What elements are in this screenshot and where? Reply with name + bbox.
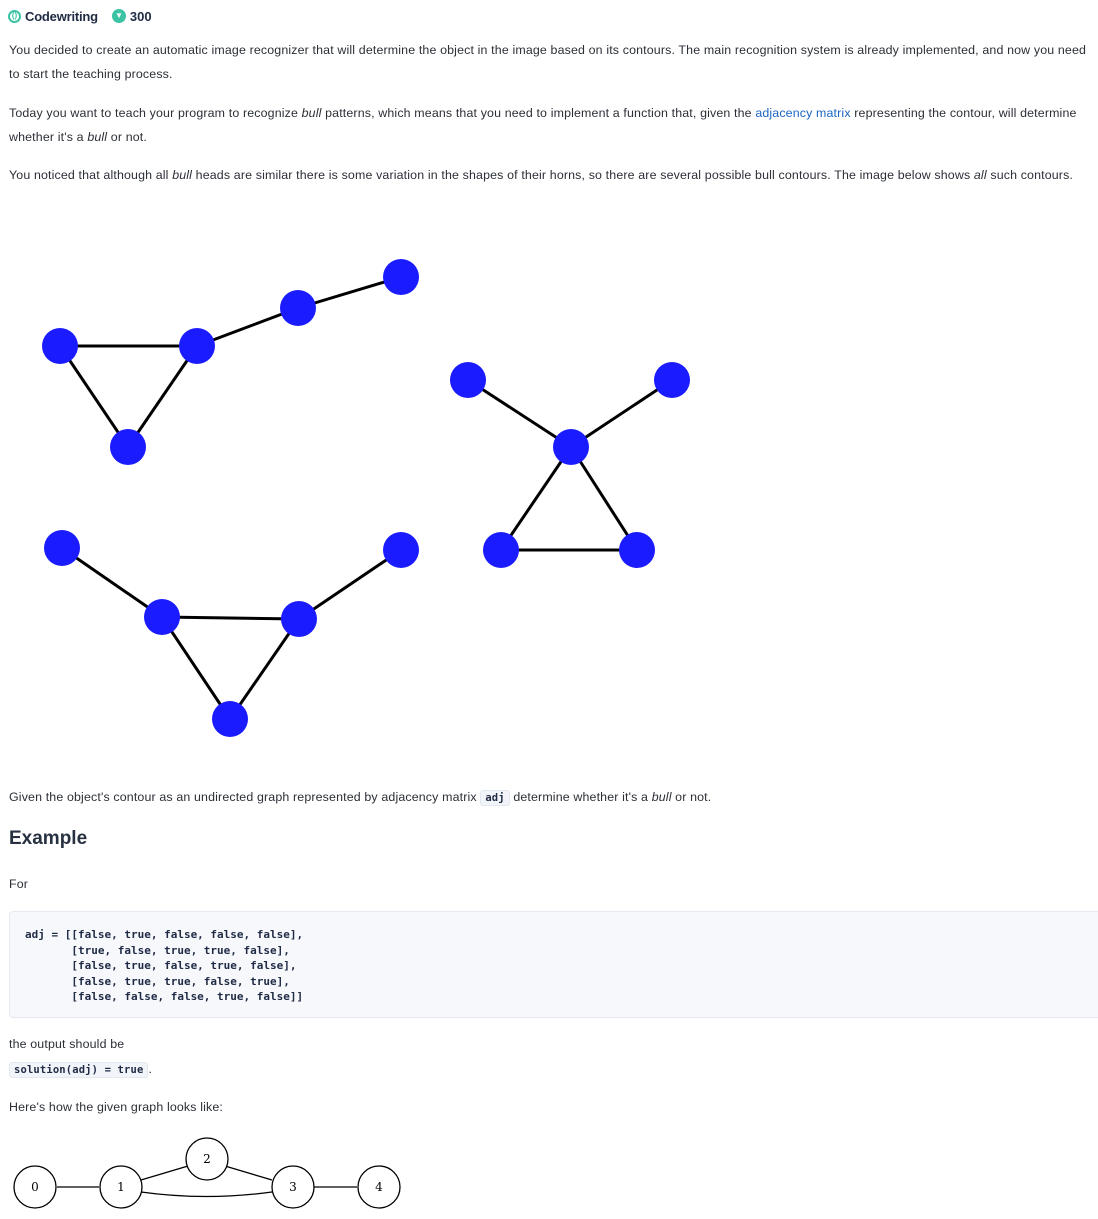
edge: [228, 618, 301, 720]
example-heading: Example: [9, 828, 88, 849]
graph-node-label: 4: [375, 1180, 383, 1194]
edge: [569, 446, 639, 551]
text-span: patterns, which means that you need to i…: [321, 106, 756, 120]
contour-nodes: [42, 259, 690, 737]
emphasis-bull: bull: [301, 106, 322, 120]
graph-caption: Here's how the given graph looks like:: [9, 1100, 223, 1114]
example-graph-diagram: 0 1 2 3 4: [13, 1137, 401, 1209]
node: [450, 362, 486, 398]
emphasis-bull: bull: [87, 130, 108, 144]
node: [179, 328, 215, 364]
edge-1-3: [140, 1191, 273, 1198]
edge-2-3: [224, 1165, 273, 1181]
node: [110, 429, 146, 465]
node: [383, 532, 419, 568]
task-score: 300: [129, 8, 152, 24]
graph-nodes: [13, 1137, 401, 1209]
graph-node-label: 3: [289, 1180, 297, 1194]
text-span: or not.: [107, 130, 147, 144]
emphasis-all: all: [973, 168, 987, 182]
edge: [160, 616, 232, 720]
edge: [499, 446, 573, 551]
example-input-code: adj = [[false, true, false, false, false…: [25, 928, 304, 1003]
node: [280, 290, 316, 326]
edge: [298, 548, 402, 621]
edge: [570, 378, 673, 449]
description-paragraph-3: You noticed that although all bull heads…: [9, 163, 1097, 187]
text-span: You noticed that although all: [9, 168, 173, 182]
edge: [126, 345, 199, 448]
adjacency-matrix-link[interactable]: adjacency matrix: [755, 106, 850, 120]
edge: [161, 615, 300, 621]
edge-1-2: [140, 1165, 189, 1181]
text-span: Today you want to teach your program to …: [9, 106, 302, 120]
description-paragraph-4: Given the object's contour as an undirec…: [9, 785, 1097, 810]
adj-inline-code: adj: [480, 790, 510, 806]
edge: [61, 546, 163, 619]
graph-node-label: 1: [117, 1180, 125, 1194]
task-header: () Codewriting ▼ 300: [8, 6, 152, 26]
coin-icon: ▼: [111, 9, 126, 23]
text-span: Given the object's contour as an undirec…: [9, 790, 481, 804]
node: [483, 532, 519, 568]
output-inline-code: solution(adj) = true: [9, 1062, 149, 1078]
edge: [58, 345, 130, 448]
node: [654, 362, 690, 398]
graph-node-label: 2: [203, 1152, 211, 1166]
codewriting-icon: (): [8, 9, 21, 23]
output-line: solution(adj) = true.: [9, 1057, 1097, 1082]
example-code-block: adj = [[false, true, false, false, false…: [9, 911, 1098, 1018]
graph-node-label: 0: [31, 1180, 39, 1194]
node: [144, 599, 180, 635]
text-span: or not.: [671, 790, 712, 804]
node: [212, 701, 248, 737]
text-span: heads are similar there is some variatio…: [192, 168, 974, 182]
emphasis-bull: bull: [651, 790, 672, 804]
task-type-label: Codewriting: [25, 8, 98, 24]
node: [281, 601, 317, 637]
edge: [467, 378, 572, 449]
contour-edges: [58, 275, 673, 720]
output-period: .: [148, 1062, 153, 1076]
emphasis-bull: bull: [172, 168, 193, 182]
node: [383, 259, 419, 295]
description-paragraph-2: Today you want to teach your program to …: [9, 101, 1097, 149]
bull-contours-image: [42, 259, 690, 737]
for-label: For: [9, 877, 29, 891]
text-span: such contours.: [986, 168, 1074, 182]
description-paragraph-1: You decided to create an automatic image…: [9, 43, 1087, 81]
node: [553, 429, 589, 465]
node: [619, 532, 655, 568]
node: [42, 328, 78, 364]
node: [44, 530, 80, 566]
text-span: determine whether it's a: [509, 790, 652, 804]
output-label: the output should be: [9, 1037, 125, 1051]
